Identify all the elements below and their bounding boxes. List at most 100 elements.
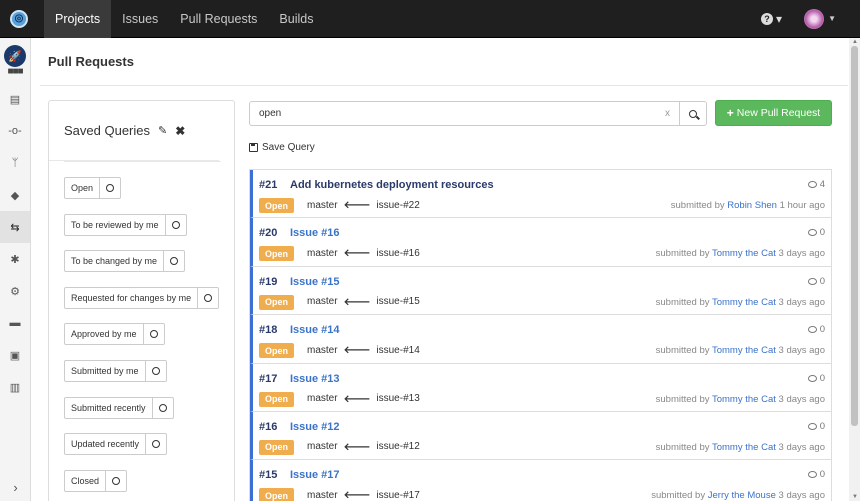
pr-number[interactable]: #18 — [259, 324, 277, 336]
chevron-down-icon[interactable]: ▼ — [828, 14, 836, 23]
saved-query-to-be-reviewed[interactable]: To be reviewed by me — [64, 213, 187, 236]
pull-request-row[interactable]: #16 Issue #12 0 Open master 🡐 issue-#12 su… — [250, 411, 831, 461]
edit-icon[interactable]: ✎ — [158, 124, 167, 137]
statistics-icon[interactable]: ▥ — [0, 371, 30, 403]
target-branch[interactable]: master — [307, 296, 338, 307]
saved-query-label[interactable]: Requested for changes by me — [65, 287, 199, 308]
pr-number[interactable]: #21 — [259, 179, 277, 191]
saved-query-approved[interactable]: Approved by me — [64, 323, 165, 346]
pull-request-row[interactable]: #17 Issue #13 0 Open master 🡐 issue-#13 su… — [250, 363, 831, 412]
saved-query-submitted-by-me[interactable]: Submitted by me — [64, 359, 167, 382]
search-button[interactable] — [679, 101, 707, 126]
pr-title[interactable]: Issue #16 — [290, 227, 340, 239]
app-logo[interactable]: ◎ — [0, 0, 38, 38]
pull-request-row[interactable]: #20 Issue #16 0 Open master 🡐 issue-#16 su… — [250, 218, 831, 267]
watch-toggle[interactable] — [146, 361, 166, 381]
submitter-link[interactable]: Tommy the Cat — [712, 248, 776, 259]
branches-icon[interactable]: ᛘ — [0, 147, 30, 179]
source-branch[interactable]: issue-#15 — [376, 296, 419, 307]
saved-query-open[interactable]: Open — [64, 177, 122, 199]
pull-request-row[interactable]: #21 Add kubernetes deployment resources … — [250, 170, 831, 219]
pr-title[interactable]: Issue #12 — [290, 421, 340, 433]
pr-number[interactable]: #17 — [259, 373, 277, 385]
target-branch[interactable]: master — [307, 345, 338, 356]
watch-toggle[interactable] — [100, 178, 120, 198]
close-icon[interactable]: ✖ — [175, 124, 185, 138]
tab-pull-requests[interactable]: Pull Requests — [169, 0, 268, 38]
issues-icon[interactable]: ✱ — [0, 243, 30, 275]
source-branch[interactable]: issue-#22 — [376, 200, 419, 211]
code-comments-icon[interactable]: ▬ — [0, 307, 30, 339]
tab-builds[interactable]: Builds — [268, 0, 324, 38]
pr-title[interactable]: Add kubernetes deployment resources — [290, 179, 494, 191]
target-branch[interactable]: master — [307, 441, 338, 452]
pull-requests-icon[interactable]: ⇆ — [0, 211, 30, 243]
pr-number[interactable]: #19 — [259, 276, 277, 288]
builds-icon[interactable]: ⚙ — [0, 275, 30, 307]
scroll-down-icon[interactable]: ▼ — [852, 494, 858, 500]
query-input[interactable]: open x — [249, 101, 680, 126]
code-compare-icon[interactable]: ▣ — [0, 339, 30, 371]
target-branch[interactable]: master — [307, 490, 338, 501]
scrollbar-thumb[interactable] — [851, 46, 858, 426]
saved-query-closed[interactable]: Closed — [64, 469, 128, 492]
target-branch[interactable]: master — [307, 248, 338, 259]
watch-toggle[interactable] — [164, 251, 184, 271]
help-menu[interactable]: ? ▾ — [761, 12, 782, 26]
pr-title[interactable]: Issue #15 — [290, 276, 340, 288]
target-branch[interactable]: master — [307, 393, 338, 404]
saved-query-label[interactable]: Submitted recently — [65, 397, 153, 418]
submitter-link[interactable]: Tommy the Cat — [712, 345, 776, 356]
pr-number[interactable]: #20 — [259, 227, 277, 239]
tab-projects[interactable]: Projects — [44, 0, 112, 38]
saved-query-submitted-recently[interactable]: Submitted recently — [64, 396, 174, 419]
saved-query-label[interactable]: Open — [65, 178, 101, 198]
pr-number[interactable]: #16 — [259, 421, 277, 433]
saved-query-label[interactable]: Updated recently — [65, 434, 147, 455]
saved-query-updated-recently[interactable]: Updated recently — [64, 433, 168, 456]
source-branch[interactable]: issue-#13 — [376, 393, 419, 404]
pull-request-row[interactable]: #19 Issue #15 0 Open master 🡐 issue-#15 su… — [250, 266, 831, 316]
watch-toggle[interactable] — [106, 471, 126, 491]
source-branch[interactable]: issue-#14 — [376, 345, 419, 356]
source-branch[interactable]: issue-#17 — [376, 490, 419, 501]
saved-query-label[interactable]: Approved by me — [65, 324, 144, 345]
tags-icon[interactable]: ◆ — [0, 179, 30, 211]
saved-query-requested-changes[interactable]: Requested for changes by me — [64, 286, 220, 309]
submitter-link[interactable]: Robin Shen — [727, 200, 777, 211]
query-input-value[interactable]: open — [259, 108, 665, 119]
source-branch[interactable]: issue-#16 — [376, 248, 419, 259]
pr-title[interactable]: Issue #13 — [290, 373, 340, 385]
target-branch[interactable]: master — [307, 200, 338, 211]
page-scrollbar[interactable]: ▲ ▼ — [849, 38, 860, 501]
watch-toggle[interactable] — [166, 215, 186, 235]
submitter-link[interactable]: Tommy the Cat — [712, 394, 776, 405]
user-avatar[interactable] — [804, 8, 825, 29]
pull-request-row[interactable]: #18 Issue #14 0 Open master 🡐 issue-#14 su… — [250, 315, 831, 364]
source-branch[interactable]: issue-#12 — [376, 441, 419, 452]
saved-query-to-be-changed[interactable]: To be changed by me — [64, 250, 186, 273]
pr-title[interactable]: Issue #14 — [290, 324, 340, 336]
saved-query-label[interactable]: Submitted by me — [65, 360, 146, 381]
save-query-link[interactable]: Save Query — [249, 142, 315, 153]
commits-icon[interactable]: -o- — [0, 115, 30, 147]
saved-query-label[interactable]: To be reviewed by me — [65, 214, 166, 235]
scroll-up-icon[interactable]: ▲ — [852, 39, 858, 45]
new-pull-request-button[interactable]: + New Pull Request — [715, 100, 832, 126]
pull-request-row[interactable]: #15 Issue #17 0 Open master 🡐 issue-#17 su… — [250, 460, 831, 501]
submitter-link[interactable]: Tommy the Cat — [712, 442, 776, 453]
watch-toggle[interactable] — [146, 434, 166, 454]
pr-number[interactable]: #15 — [259, 469, 277, 481]
watch-toggle[interactable] — [144, 324, 164, 344]
pr-title[interactable]: Issue #17 — [290, 469, 340, 481]
tab-issues[interactable]: Issues — [111, 0, 169, 38]
saved-query-label[interactable]: Closed — [65, 470, 107, 491]
watch-toggle[interactable] — [153, 398, 173, 418]
files-icon[interactable]: ▤ — [0, 83, 30, 115]
submitter-link[interactable]: Tommy the Cat — [712, 297, 776, 308]
expand-sidebar-icon[interactable]: › — [0, 480, 31, 495]
saved-query-label[interactable]: To be changed by me — [65, 251, 165, 272]
project-rocket-icon[interactable]: 🚀 — [4, 45, 26, 67]
clear-query-icon[interactable]: x — [665, 108, 670, 119]
watch-toggle[interactable] — [198, 288, 218, 308]
